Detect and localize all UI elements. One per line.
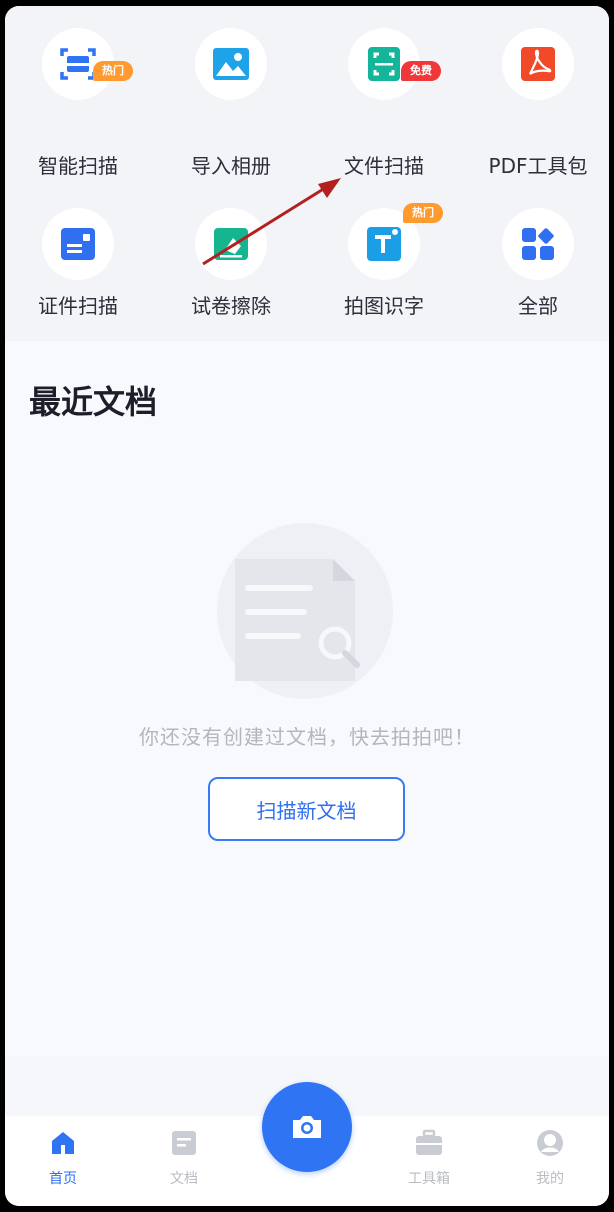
home-icon — [52, 1132, 74, 1154]
empty-document-illustration — [217, 523, 393, 699]
scan-new-document-button[interactable]: 扫描新文档 — [208, 777, 405, 841]
tool-all[interactable]: 全部 — [465, 6, 605, 318]
tool-label: 全部 — [518, 294, 558, 318]
tool-label: PDF工具包 — [488, 154, 588, 178]
tab-label: 首页 — [49, 1171, 77, 1187]
tab-home[interactable]: 首页 — [18, 1116, 108, 1206]
all-apps-icon — [502, 208, 574, 280]
recent-documents-section: 最近文档 你还没有创建过文档，快去拍拍吧！ 扫描新文档 — [5, 341, 609, 1056]
tool-paper-eraser[interactable]: 试卷擦除 — [158, 6, 298, 318]
id-card-icon — [42, 208, 114, 280]
camera-icon — [293, 1116, 321, 1138]
tab-label: 我的 — [536, 1171, 564, 1187]
tool-text-recognition[interactable]: 热门 拍图识字 — [311, 6, 451, 318]
tab-profile[interactable]: 我的 — [505, 1116, 595, 1206]
camera-button[interactable] — [262, 1082, 352, 1172]
section-title: 最近文档 — [29, 383, 158, 421]
tool-label: 试卷擦除 — [191, 294, 271, 318]
tab-label: 文档 — [170, 1171, 198, 1187]
document-icon — [172, 1131, 196, 1155]
tab-toolbox[interactable]: 工具箱 — [384, 1116, 474, 1206]
profile-icon — [537, 1130, 563, 1156]
empty-state-text: 你还没有创建过文档，快去拍拍吧！ — [139, 725, 475, 749]
eraser-icon — [195, 208, 267, 280]
tool-label: 智能扫描 — [38, 154, 118, 178]
tab-label: 工具箱 — [408, 1171, 450, 1187]
tools-grid: 热门 智能扫描 导入相册 免费 文件扫描 PDF工具包 证件扫描 试卷擦除 热门… — [5, 6, 609, 341]
tool-label: 文件扫描 — [344, 154, 424, 178]
tool-label: 拍图识字 — [344, 294, 424, 318]
tool-label: 证件扫描 — [38, 294, 118, 318]
tab-documents[interactable]: 文档 — [139, 1116, 229, 1206]
hot-badge: 热门 — [403, 203, 443, 223]
toolbox-icon — [416, 1129, 442, 1155]
app-screen: 热门 智能扫描 导入相册 免费 文件扫描 PDF工具包 证件扫描 试卷擦除 热门… — [5, 6, 609, 1206]
tool-id-scan[interactable]: 证件扫描 — [5, 6, 145, 318]
tool-label: 导入相册 — [191, 154, 271, 178]
